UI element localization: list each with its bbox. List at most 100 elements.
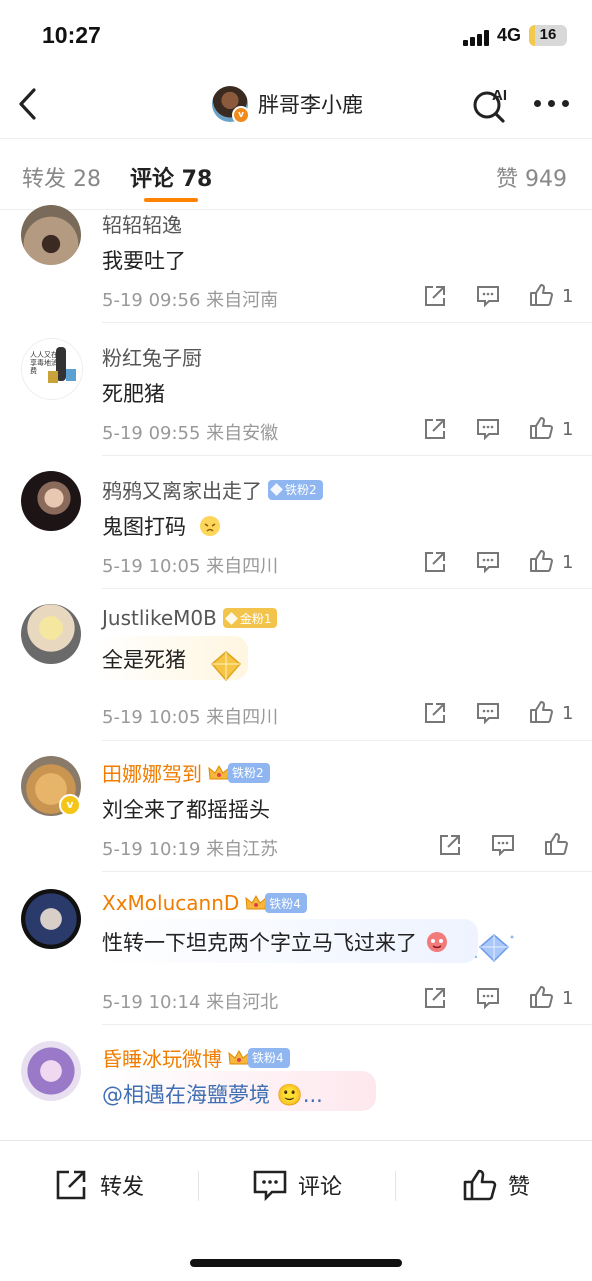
like-icon[interactable] (528, 699, 554, 725)
page-title: 胖哥李小鹿 (258, 93, 363, 117)
comment-icon (253, 1170, 287, 1202)
tab-likes[interactable]: 赞 949 (496, 161, 567, 193)
emoji-icon (199, 516, 220, 536)
comment-text-value: 鬼图打码 (102, 515, 186, 539)
tab-repost[interactable]: 转发 28 (22, 161, 101, 193)
bottom-action-bar: 转发 评论 赞 (0, 1140, 592, 1281)
comment-item: 人人又在 享毒地消费 粉红兔子厨 死肥猪 5-19 09:55 来自安徽 1 (0, 338, 592, 456)
share-icon[interactable] (422, 283, 448, 309)
active-tab-indicator (144, 198, 198, 202)
comment-author-name: 鸦鸦又离家出走了 (102, 479, 262, 503)
comment-author[interactable]: 昏睡冰玩微博 铁粉4 (102, 1043, 290, 1072)
crown-icon (228, 1049, 250, 1064)
battery-percent: 16 (539, 26, 557, 43)
avatar[interactable] (21, 471, 81, 531)
repost-icon (56, 1170, 86, 1200)
tab-comments[interactable]: 评论 78 (130, 161, 212, 193)
comment-text: 刘全来了都摇摇头 (102, 798, 270, 822)
comment-item: JustlikeM0B 金粉1 全是死猪 5-19 10:05 来自四川 1 (0, 604, 592, 741)
comment-icon[interactable] (475, 700, 501, 726)
comment-icon[interactable] (475, 549, 501, 575)
back-arrow-icon[interactable] (14, 86, 44, 122)
like-icon[interactable] (528, 984, 554, 1010)
comment-icon[interactable] (475, 416, 501, 442)
share-icon[interactable] (422, 416, 448, 442)
ai-label: AI (492, 87, 507, 104)
comment-meta: 5-19 10:05 来自四川 (102, 707, 279, 728)
fan-badge: 金粉1 (222, 608, 278, 628)
comment-text: 鬼图打码 (102, 511, 221, 541)
comment-meta: 5-19 09:56 来自河南 (102, 290, 279, 311)
fan-badge: 铁粉2 (228, 762, 270, 783)
nav-bar: v 胖哥李小鹿 AI (0, 72, 592, 138)
avatar[interactable] (21, 604, 81, 664)
like-icon[interactable] (543, 831, 569, 857)
like-icon[interactable] (528, 415, 554, 441)
ai-search-icon[interactable]: AI (470, 86, 514, 124)
verified-icon: v (59, 794, 81, 816)
profile-header[interactable]: v 胖哥李小鹿 (212, 84, 363, 124)
avatar[interactable]: v (21, 756, 81, 816)
comment-label: 评论 (298, 1175, 343, 1200)
comment-author[interactable]: XxMolucannD 铁粉4 (102, 891, 307, 915)
comment-author[interactable]: 鸦鸦又离家出走了 铁粉2 (102, 475, 323, 504)
fan-badge-label: 铁粉4 (269, 896, 301, 911)
comment-author[interactable]: 轺轺轺逸 (102, 209, 182, 238)
comment-meta: 5-19 10:14 来自河北 (102, 992, 279, 1013)
tab-bar: 转发 28 评论 78 赞 949 (0, 138, 592, 210)
comment-icon[interactable] (490, 832, 516, 858)
like-icon[interactable] (528, 548, 554, 574)
comment-text-value: 性转一下坦克两个字立马飞过来了 (102, 931, 417, 955)
like-icon[interactable] (528, 282, 554, 308)
like-count: 1 (562, 703, 574, 724)
comment-icon[interactable] (475, 985, 501, 1011)
avatar[interactable]: v (212, 86, 250, 124)
battery-icon: 16 (529, 25, 567, 46)
share-icon[interactable] (422, 985, 448, 1011)
avatar[interactable]: 人人又在 享毒地消费 (21, 338, 83, 400)
comment-author[interactable]: 粉红兔子厨 (102, 342, 202, 371)
fan-badge: 铁粉4 (248, 1047, 290, 1068)
share-icon[interactable] (437, 832, 463, 858)
network-label: 4G (497, 25, 522, 45)
comment-author[interactable]: 田娜娜驾到 铁粉2 (102, 758, 270, 787)
comment-author-name: 田娜娜驾到 (102, 762, 202, 786)
fan-badge: 铁粉4 (265, 893, 307, 913)
fan-badge-label: 金粉1 (239, 611, 272, 626)
like-button[interactable]: 赞 (462, 1165, 530, 1205)
gold-gem-icon (210, 651, 242, 682)
comment-icon[interactable] (475, 283, 501, 309)
avatar[interactable] (21, 1041, 81, 1101)
crown-icon (208, 764, 230, 779)
like-count: 1 (562, 286, 574, 307)
comment-text: 死肥猪 (102, 382, 165, 406)
fan-badge: 铁粉2 (268, 479, 323, 500)
signal-icon (463, 30, 491, 46)
comment-author-name: 昏睡冰玩微博 (102, 1047, 222, 1071)
comment-text: 性转一下坦克两个字立马飞过来了 (102, 927, 448, 957)
blue-gem-icon (474, 934, 514, 963)
like-count: 1 (562, 419, 574, 440)
more-icon[interactable] (534, 100, 570, 110)
repost-button[interactable]: 转发 (54, 1165, 144, 1205)
avatar[interactable] (21, 889, 81, 949)
comment-item: XxMolucannD 铁粉4 性转一下坦克两个字立马飞过来了 5-19 10:… (0, 889, 592, 1025)
verified-icon: v (232, 106, 250, 124)
comment-author-name: XxMolucannD (102, 891, 240, 915)
crown-icon (245, 894, 267, 910)
avatar[interactable] (21, 205, 81, 265)
fan-badge-label: 铁粉4 (252, 1051, 284, 1065)
comment-author[interactable]: JustlikeM0B 金粉1 (102, 606, 278, 630)
share-icon[interactable] (422, 549, 448, 575)
comment-text[interactable]: @相遇在海鹽夢境 🙂... (102, 1079, 323, 1109)
status-bar: 10:27 4G 16 (0, 0, 592, 72)
comment-button[interactable]: 评论 (252, 1165, 342, 1205)
emoji-icon (426, 932, 447, 952)
repost-label: 转发 (100, 1175, 145, 1200)
share-icon[interactable] (422, 700, 448, 726)
like-icon (463, 1169, 497, 1201)
comment-meta: 5-19 10:05 来自四川 (102, 556, 279, 577)
comment-meta: 5-19 09:55 来自安徽 (102, 423, 279, 444)
comment-meta: 5-19 10:19 来自江苏 (102, 839, 279, 860)
comment-text: 全是死猪 (102, 648, 186, 672)
